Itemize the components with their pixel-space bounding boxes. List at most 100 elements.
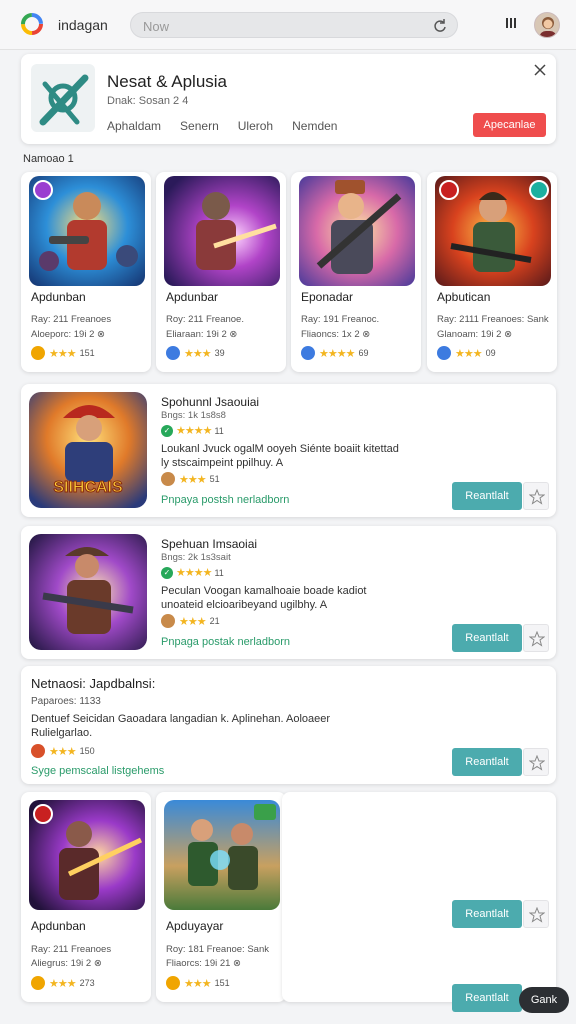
app-name-label: Apdunbar: [166, 290, 219, 304]
avatar[interactable]: [534, 12, 560, 38]
app-name-label: Apbutican: [437, 290, 491, 304]
row-link[interactable]: Pnpaya postsh nerladborn: [161, 494, 289, 506]
app-name: indagan: [58, 17, 108, 33]
star-icon: ★★★: [179, 473, 207, 486]
actions-panel: Reantlalt Reantlalt: [282, 792, 556, 1012]
install-button[interactable]: Reantlalt: [452, 482, 522, 510]
list-item[interactable]: SIIHCAIS Spohunnl Jsaouiai Bngs: 1k 1s8s…: [21, 384, 556, 517]
app-meta: Ray: 211 Freanoes: [31, 314, 112, 325]
app-badge-icon: [301, 346, 315, 360]
app-rating: ★★★★ 69: [301, 346, 368, 360]
star-icon: ★★★: [184, 977, 212, 990]
list-item[interactable]: Spehuan Imsaoiai Bngs: 2k 1s3sait ✓ ★★★★…: [21, 526, 556, 659]
header-action-button[interactable]: Apecanlae: [473, 113, 546, 137]
rating-count: 51: [209, 474, 220, 484]
star-outline-icon: [529, 755, 545, 771]
app-card[interactable]: Eponadar Ray: 191 Freanoc. Fliaoncs: 1x …: [291, 172, 421, 372]
app-meta: Glanoam: 19i 2 ⊗: [437, 329, 513, 340]
tab-aphaldam[interactable]: Aphaldam: [107, 119, 161, 133]
google-icon[interactable]: [20, 12, 44, 36]
row-title: Spohunnl Jsaouiai: [161, 395, 260, 409]
rating-count: 39: [214, 348, 225, 358]
app-meta: Roy: 181 Freanoe: Sank: [166, 944, 269, 955]
install-button[interactable]: Reantlalt: [452, 748, 522, 776]
search-input[interactable]: [143, 17, 423, 35]
favorite-button[interactable]: [523, 624, 549, 652]
rating-count: 09: [485, 348, 496, 358]
reload-icon[interactable]: [432, 18, 448, 34]
rating-count: 21: [209, 616, 220, 626]
app-badge-icon: [437, 346, 451, 360]
avatar: [161, 614, 175, 628]
app-rating: ★★★ 273: [31, 976, 95, 990]
row-subtitle: Bngs: 2k 1s3sait: [161, 552, 231, 563]
install-button[interactable]: Reantlalt: [452, 984, 522, 1012]
app-rating: ★★★ 09: [437, 346, 496, 360]
notice-subtitle: Paparoes: 1133: [31, 696, 101, 707]
app-meta: Aliegrus: 19i 2 ⊗: [31, 958, 102, 969]
app-thumbnail: [164, 800, 280, 910]
app-card[interactable]: Apdunbar Roy: 211 Freanoe. Eliaraan: 19i…: [156, 172, 286, 372]
app-thumbnail: [299, 176, 415, 286]
app-thumbnail: [29, 800, 145, 910]
row-link[interactable]: Pnpaga postak nerladborn: [161, 636, 290, 648]
floating-chip[interactable]: Gank: [519, 987, 569, 1013]
star-icon: ★★★: [179, 615, 207, 628]
search-bar[interactable]: [130, 12, 458, 38]
app-card[interactable]: Apdunban Ray: 211 Freanoes Aloeporc: 19i…: [21, 172, 151, 372]
rating-count: 11: [214, 567, 224, 578]
install-button[interactable]: Reantlalt: [452, 900, 522, 928]
tab-nemden[interactable]: Nemden: [292, 119, 337, 133]
app-rating: ★★★ 151: [31, 346, 95, 360]
menu-icon[interactable]: [505, 17, 519, 31]
top-bar: indagan: [0, 0, 576, 50]
app-card[interactable]: Apduyayar Roy: 181 Freanoe: Sank Fliaorc…: [156, 792, 286, 1002]
row-description: Peculan Voogan kamalhoaie boade kadiot u…: [161, 585, 367, 611]
star-icon: ★★★: [184, 347, 212, 360]
app-card[interactable]: Apdunban Ray: 211 Freanoes Aliegrus: 19i…: [21, 792, 151, 1002]
star-icon: ★★★★: [319, 347, 355, 360]
star-icon: ★★★: [49, 347, 77, 360]
tab-uleroh[interactable]: Uleroh: [238, 119, 273, 133]
app-name-label: Eponadar: [301, 290, 354, 304]
section-label: Namoao 1: [23, 153, 74, 165]
app-meta: Ray: 2111 Freanoes: Sank: [437, 314, 549, 325]
favorite-button[interactable]: [523, 900, 549, 928]
rating-count: 151: [79, 348, 95, 358]
app-rating: ★★★ 151: [166, 976, 230, 990]
rating-count: 151: [214, 978, 230, 988]
avatar: [161, 472, 175, 486]
favorite-button[interactable]: [523, 748, 549, 776]
page-subtitle: Dnak: Sosan 2 4: [107, 95, 189, 107]
star-outline-icon: [529, 489, 545, 505]
rating-count: 150: [79, 746, 95, 756]
install-button[interactable]: Reantlalt: [452, 624, 522, 652]
notice-link[interactable]: Syge pemscalal listgehems: [31, 765, 164, 777]
header-card: Nesat & Aplusia Dnak: Sosan 2 4 Aphaldam…: [21, 54, 556, 144]
app-meta: Fliaorcs: 19i 21 ⊗: [166, 958, 242, 969]
row-rating: ★★★ 51: [161, 472, 220, 486]
row-subtitle: Bngs: 1k 1s8s8: [161, 410, 226, 421]
close-icon[interactable]: [534, 64, 546, 76]
app-name-label: Apdunban: [31, 290, 86, 304]
avatar: [31, 744, 45, 758]
tab-senern[interactable]: Senern: [180, 119, 219, 133]
favorite-button[interactable]: [523, 482, 549, 510]
app-card[interactable]: Apbutican Ray: 2111 Freanoes: Sank Glano…: [427, 172, 557, 372]
app-badge-icon: [166, 346, 180, 360]
app-name-label: Apdunban: [31, 919, 86, 933]
app-thumbnail: SIIHCAIS: [29, 392, 147, 508]
app-meta: Aloeporc: 19i 2 ⊗: [31, 329, 105, 340]
notice-card: Netnaosi: Japdbalnsi: Paparoes: 1133 Den…: [21, 666, 556, 784]
app-meta: Eliaraan: 19i 2 ⊗: [166, 329, 238, 340]
rating-count: 69: [358, 348, 369, 358]
app-thumbnail: [29, 176, 145, 286]
app-name-label: Apduyayar: [166, 919, 224, 933]
verified-icon: ✓: [161, 424, 173, 437]
app-meta: Fliaoncs: 1x 2 ⊗: [301, 329, 371, 340]
star-icon: ★★★★: [176, 567, 212, 579]
verified-icon: ✓: [161, 566, 173, 579]
rating-count: 11: [214, 425, 224, 436]
app-badge-icon: [31, 346, 45, 360]
row-rating: ✓ ★★★★ 11: [161, 424, 224, 437]
